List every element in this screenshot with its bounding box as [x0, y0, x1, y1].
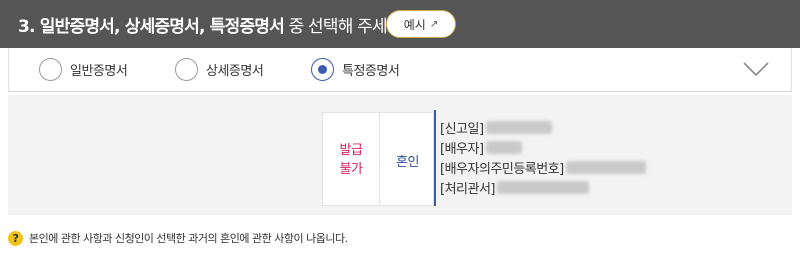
redacted-value: [496, 180, 589, 194]
record-panel: 발급 불가 혼인 [신고일] [배우자] [배우자의주민등록번호] [처리관서]: [8, 95, 792, 215]
example-button[interactable]: 예시 ↗: [386, 10, 456, 38]
option-label: 일반증명서: [70, 64, 128, 79]
option-label: 특정증명서: [342, 64, 400, 79]
detail-label: [배우자의주민등록번호]: [440, 161, 564, 177]
section-title: 3. 일반증명서, 상세증명서, 특정증명서 중 선택해 주세요.: [18, 12, 407, 37]
section-title-bold: 3. 일반증명서, 상세증명서, 특정증명서: [18, 17, 285, 37]
record-type: 혼인: [396, 155, 419, 170]
option-label: 상세증명서: [206, 64, 264, 79]
notice-text: 본인에 관한 사항과 신청인이 선택한 과거의 혼인에 관한 사항이 나옵니다.: [29, 232, 348, 245]
issuance-status-line1: 발급: [339, 143, 363, 158]
redacted-value: [565, 160, 646, 174]
detail-report-date: [신고일]: [440, 117, 646, 137]
record-details: [신고일] [배우자] [배우자의주민등록번호] [처리관서]: [440, 117, 646, 197]
radio-button[interactable]: [175, 58, 198, 81]
notice: ? 본인에 관한 사항과 신청인이 선택한 과거의 혼인에 관한 사항이 나옵니…: [8, 230, 348, 246]
record-card: 발급 불가 혼인: [322, 112, 434, 206]
radio-button-selected[interactable]: [311, 58, 334, 81]
external-link-icon: ↗: [429, 18, 439, 30]
example-button-label: 예시: [403, 17, 426, 32]
redacted-value: [485, 140, 522, 154]
redacted-value: [485, 120, 552, 134]
issuance-status: 발급 불가: [323, 141, 379, 179]
issuance-status-line2: 불가: [339, 162, 363, 177]
option-general-certificate[interactable]: 일반증명서: [39, 58, 128, 81]
detail-spouse-resident-number: [배우자의주민등록번호]: [440, 157, 646, 177]
option-detailed-certificate[interactable]: 상세증명서: [175, 58, 264, 81]
info-accent-line: [434, 110, 436, 206]
detail-label: [신고일]: [440, 121, 484, 137]
detail-label: [처리관서]: [440, 181, 495, 197]
detail-label: [배우자]: [440, 141, 484, 157]
option-specific-certificate[interactable]: 특정증명서: [311, 58, 400, 81]
chevron-down-icon[interactable]: [741, 54, 771, 84]
radio-button[interactable]: [39, 58, 62, 81]
detail-spouse: [배우자]: [440, 137, 646, 157]
detail-processing-office: [처리관서]: [440, 177, 646, 197]
section-header: 3. 일반증명서, 상세증명서, 특정증명서 중 선택해 주세요. 예시 ↗: [0, 0, 800, 48]
question-icon: ?: [8, 230, 23, 246]
certificate-type-options: 일반증명서 상세증명서 특정증명서: [8, 48, 792, 92]
